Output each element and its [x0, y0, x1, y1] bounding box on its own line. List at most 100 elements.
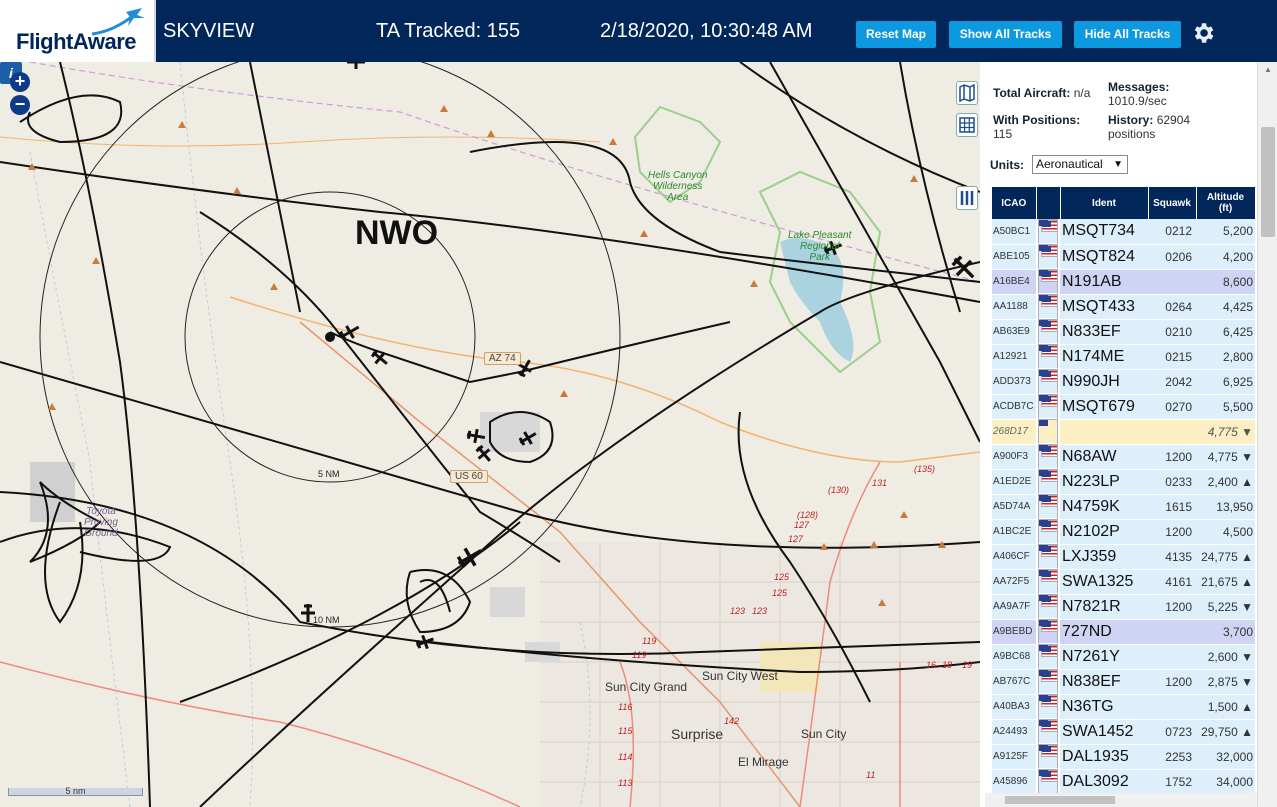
col-header-ident[interactable]: Ident — [1060, 187, 1149, 219]
scale-label: 5 nm — [65, 786, 86, 796]
table-row[interactable]: A45896 DAL3092 1752 34,000 — [992, 769, 1255, 795]
table-row[interactable]: 268D17 4,775 ▼ — [992, 419, 1255, 445]
cell-altitude: 4,500 — [1196, 519, 1255, 545]
cell-squawk: 2253 — [1148, 744, 1196, 770]
table-row[interactable]: ABE105 MSQT824 0206 4,200 — [992, 244, 1255, 270]
col-header-flag[interactable] — [1036, 187, 1061, 219]
us-flag-icon — [1041, 570, 1057, 583]
table-row[interactable]: A9BEBD 727ND 3,700 — [992, 619, 1255, 645]
table-row[interactable]: A406CF LXJ359 4135 24,775 ▲ — [992, 544, 1255, 570]
aircraft-table-body: A50BC1 MSQT734 0212 5,200 ABE105 MSQT824 0206 4… — [992, 219, 1255, 795]
col-header-altitude[interactable]: Altitude (ft) — [1196, 187, 1256, 219]
route-number: 127 — [788, 534, 804, 544]
table-row[interactable]: A12921 N174ME 0215 2,800 — [992, 344, 1255, 370]
cell-icao: AB63E9 — [992, 319, 1036, 345]
cell-ident: MSQT679 — [1060, 394, 1148, 420]
ring-label-5nm: 5 NM — [318, 469, 340, 479]
grid-icon[interactable] — [956, 113, 978, 137]
cell-squawk: 4135 — [1148, 544, 1196, 570]
positions-label: With Positions: — [993, 113, 1081, 127]
cell-altitude: 5,200 — [1196, 219, 1255, 245]
units-value: Aeronautical — [1036, 157, 1103, 171]
cell-icao: A40BA3 — [992, 694, 1036, 720]
positions-stat: With Positions: 115 — [993, 113, 1080, 141]
gear-icon[interactable] — [1190, 20, 1216, 46]
cell-altitude: 4,775 ▼ — [1196, 419, 1255, 445]
show-all-tracks-button[interactable]: Show All Tracks — [949, 21, 1062, 48]
us-flag-icon — [1041, 770, 1057, 783]
cell-flag — [1038, 569, 1058, 594]
route-number: (128) — [797, 510, 819, 520]
table-row[interactable]: A1ED2E N223LP 0233 2,400 ▲ — [992, 469, 1255, 495]
cell-squawk: 1615 — [1148, 494, 1196, 520]
table-row[interactable]: A16BE4 N191AB 8,600 — [992, 269, 1255, 295]
cell-altitude: 3,700 — [1196, 619, 1255, 645]
cell-squawk — [1148, 644, 1196, 670]
cell-squawk — [1148, 419, 1196, 445]
scrollbar-thumb[interactable] — [1261, 127, 1275, 237]
total-aircraft-label: Total Aircraft: — [993, 86, 1071, 100]
columns-toggle-icon[interactable] — [956, 186, 978, 210]
table-row[interactable]: A50BC1 MSQT734 0212 5,200 — [992, 219, 1255, 245]
table-row[interactable]: AB767C N838EF 1200 2,875 ▼ — [992, 669, 1255, 695]
table-row[interactable]: AA1188 MSQT433 0264 4,425 — [992, 294, 1255, 320]
map-layers-icon[interactable] — [956, 81, 978, 105]
table-row[interactable]: AA9A7F N7821R 1200 5,225 ▼ — [992, 594, 1255, 620]
units-select[interactable]: Aeronautical ▼ — [1032, 155, 1128, 174]
route-number: 115 — [618, 726, 633, 736]
us-flag-icon — [1041, 670, 1057, 683]
cell-squawk: 0215 — [1148, 344, 1196, 370]
cell-flag — [1038, 369, 1058, 394]
park-label-hells-canyon: Hells Canyon Wilderness Area — [648, 170, 708, 203]
route-number: (135) — [914, 464, 936, 474]
cell-icao: A12921 — [992, 344, 1036, 370]
us-flag-icon — [1041, 320, 1057, 333]
cell-altitude: 5,500 — [1196, 394, 1255, 420]
route-number: 11 — [866, 770, 876, 780]
col-header-squawk[interactable]: Squawk — [1148, 187, 1197, 219]
table-row[interactable]: A1BC2E N2102P 1200 4,500 — [992, 519, 1255, 545]
cell-flag — [1038, 519, 1058, 544]
table-row[interactable]: A5D74A N4759K 1615 13,950 — [992, 494, 1255, 520]
col-header-icao[interactable]: ICAO — [992, 187, 1037, 219]
cell-flag — [1038, 744, 1058, 769]
table-row[interactable]: A40BA3 N36TG 1,500 ▲ — [992, 694, 1255, 720]
us-flag-icon — [1041, 470, 1057, 483]
messages-value: 1010.9/sec — [1108, 94, 1167, 108]
route-number: 142 — [724, 716, 740, 726]
horizontal-scrollbar[interactable] — [985, 793, 1257, 807]
table-row[interactable]: ADD373 N990JH 2042 6,925 — [992, 369, 1255, 395]
table-row[interactable]: ACDB7C MSQT679 0270 5,500 — [992, 394, 1255, 420]
cell-ident: N833EF — [1060, 319, 1148, 345]
positions-value: 115 — [993, 127, 1013, 141]
cell-altitude: 24,775 ▲ — [1196, 544, 1255, 570]
hide-all-tracks-button[interactable]: Hide All Tracks — [1074, 21, 1181, 48]
zoom-out-button[interactable]: − — [10, 95, 30, 115]
zoom-in-button[interactable]: + — [10, 72, 30, 92]
urban-area — [30, 412, 980, 807]
table-row[interactable]: A9125F DAL1935 2253 32,000 — [992, 744, 1255, 770]
sidebar-scrollbar[interactable]: ▲ — [1257, 62, 1277, 807]
table-row[interactable]: A900F3 N68AW 1200 4,775 ▼ — [992, 444, 1255, 470]
horizontal-scrollbar-thumb[interactable] — [1005, 796, 1115, 804]
cell-flag — [1038, 344, 1058, 369]
history-value: 62904 — [1156, 113, 1191, 127]
us-flag-icon — [1041, 545, 1057, 558]
cell-flag — [1038, 694, 1058, 719]
map-view[interactable]: NWO 5 NM 10 NM Hells Canyon Wilderness A… — [0, 62, 980, 807]
us-flag-icon — [1041, 395, 1057, 408]
table-row[interactable]: A9BC68 N7261Y 2,600 ▼ — [992, 644, 1255, 670]
map-canvas — [0, 62, 980, 807]
table-row[interactable]: A24493 SWA1452 0723 29,750 ▲ — [992, 719, 1255, 745]
route-number: 125 — [772, 588, 788, 598]
cell-altitude: 32,000 — [1196, 744, 1255, 770]
cell-squawk: 0723 — [1148, 719, 1196, 745]
flightaware-logo[interactable]: FlightAware — [0, 0, 156, 62]
city-label-sun-city-grand: Sun City Grand — [605, 680, 688, 694]
table-row[interactable]: AB63E9 N833EF 0210 6,425 — [992, 319, 1255, 345]
table-row[interactable]: AA72F5 SWA1325 4161 21,675 ▲ — [992, 569, 1255, 595]
reset-map-button[interactable]: Reset Map — [856, 21, 936, 48]
scroll-up-icon[interactable]: ▲ — [1264, 65, 1272, 74]
cell-flag — [1038, 719, 1058, 744]
us-flag-icon — [1041, 520, 1057, 533]
